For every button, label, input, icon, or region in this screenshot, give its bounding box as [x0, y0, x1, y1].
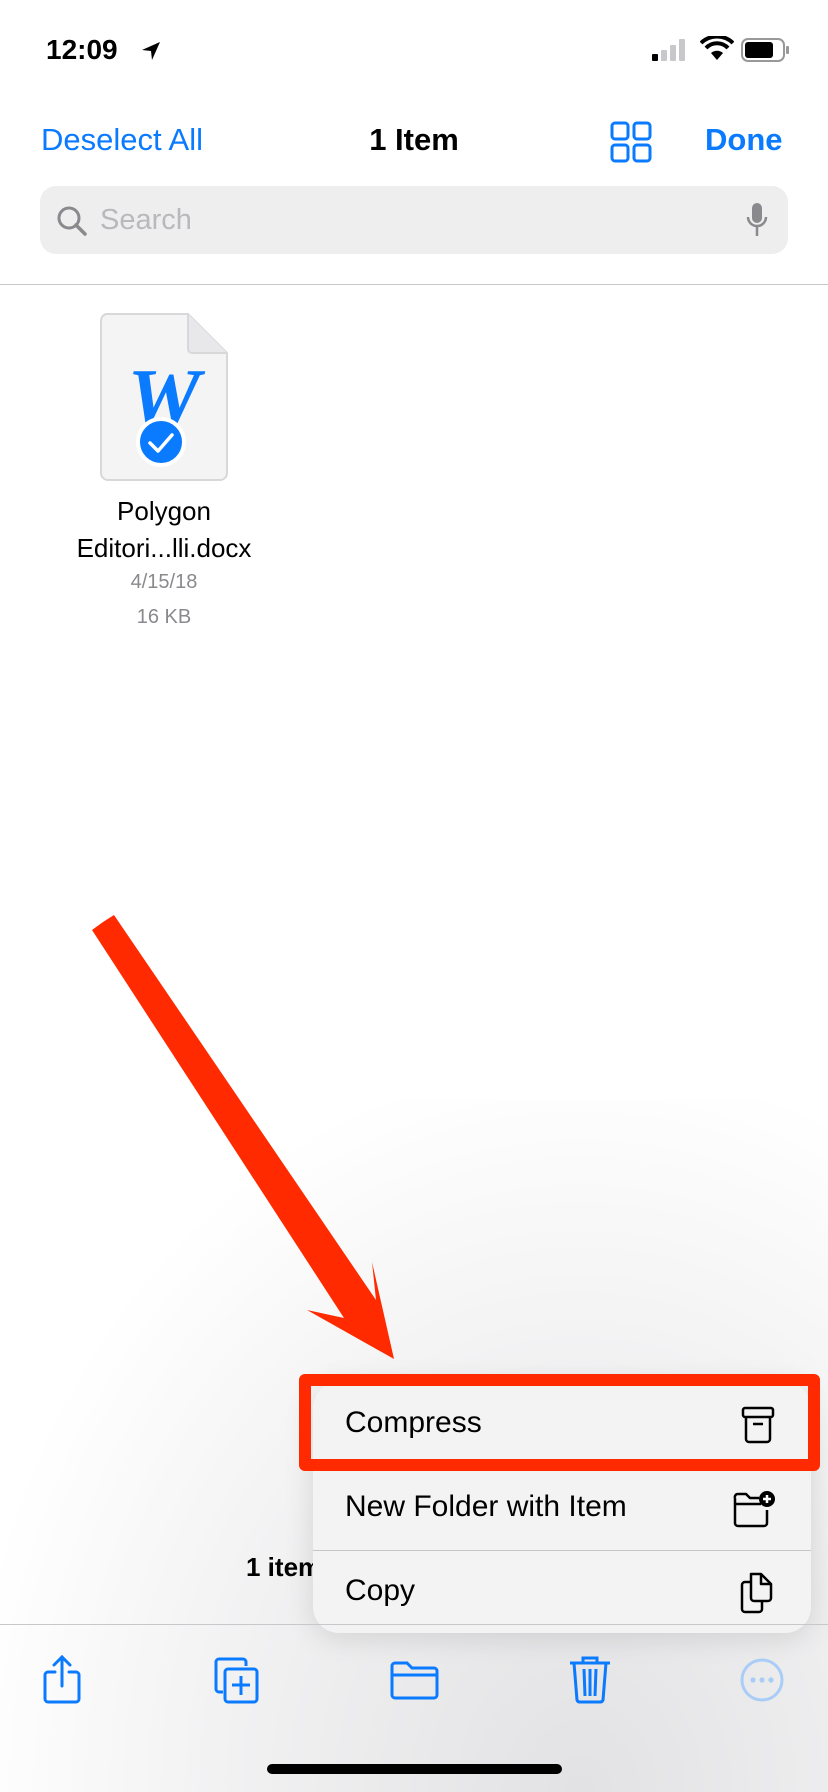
share-icon[interactable]: [42, 1654, 82, 1704]
menu-item-copy[interactable]: Copy: [313, 1550, 811, 1634]
menu-item-label: Copy: [345, 1574, 416, 1607]
toolbar-divider: [0, 1624, 828, 1625]
copy-documents-icon: [740, 1572, 773, 1614]
menu-item-label: New Folder with Item: [345, 1490, 627, 1523]
menu-item-new-folder-with-item[interactable]: New Folder with Item: [313, 1466, 811, 1550]
folder-badge-plus-icon: [733, 1491, 775, 1528]
item-count: 1 item: [246, 1552, 322, 1582]
trash-icon[interactable]: [568, 1654, 612, 1704]
annotation-highlight-box: [299, 1374, 820, 1471]
home-indicator[interactable]: [267, 1764, 562, 1774]
move-folder-icon[interactable]: [390, 1660, 440, 1700]
more-ellipsis-icon[interactable]: [740, 1658, 784, 1702]
duplicate-icon[interactable]: [213, 1654, 261, 1704]
